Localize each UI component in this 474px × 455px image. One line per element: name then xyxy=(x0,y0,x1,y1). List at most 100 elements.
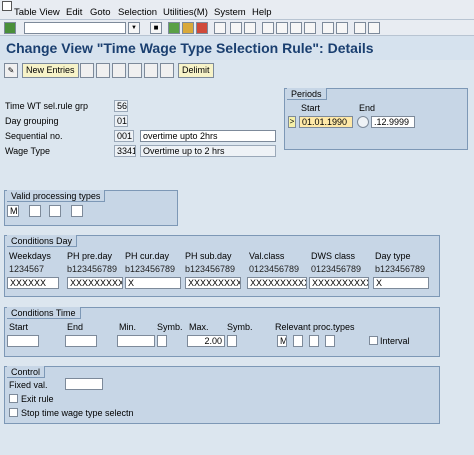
page-title: Change View "Time Wage Type Selection Ru… xyxy=(6,40,374,56)
period-start-arrow-icon[interactable]: > xyxy=(288,116,296,128)
val-class-subheader: 0123456789 xyxy=(249,264,300,274)
control-title: Control xyxy=(7,366,46,378)
valid-proc-title: Valid processing types xyxy=(7,190,106,202)
menu-table-view[interactable]: Table View xyxy=(14,7,60,18)
day-type-subheader: b123456789 xyxy=(375,264,426,274)
period-end-input[interactable]: .12.9999 xyxy=(371,116,415,128)
max-symb-input[interactable] xyxy=(227,335,237,347)
menu-system[interactable]: System xyxy=(214,7,246,18)
seq-no-value: 001 xyxy=(114,130,134,142)
calendar-icon[interactable] xyxy=(357,116,369,128)
min-input[interactable] xyxy=(117,335,155,347)
ph-cur-day-subheader: b123456789 xyxy=(125,264,176,274)
valid-proc-type-4[interactable] xyxy=(71,205,83,217)
valid-proc-type-2[interactable] xyxy=(29,205,41,217)
valid-proc-type-1[interactable]: M xyxy=(7,205,19,217)
ph-sub-day-input[interactable]: XXXXXXXXXX xyxy=(185,277,241,289)
stop-rule-checkbox[interactable] xyxy=(9,408,18,417)
ph-pre-day-header: PH pre.day xyxy=(67,251,113,261)
dws-class-header: DWS class xyxy=(311,251,356,261)
menu-selection[interactable]: Selection xyxy=(118,7,157,18)
command-field[interactable] xyxy=(24,22,126,34)
menu-edit[interactable]: Edit xyxy=(66,7,82,18)
conditions-time-title: Conditions Time xyxy=(7,307,81,319)
first-page-icon[interactable] xyxy=(262,22,274,34)
last-page-icon[interactable] xyxy=(304,22,316,34)
conditions-day-group: Conditions Day Weekdays PH pre.day PH cu… xyxy=(4,235,440,297)
standard-toolbar: ▼ ■ xyxy=(0,20,474,36)
proc-type-3-input[interactable] xyxy=(309,335,319,347)
next-entry-icon[interactable] xyxy=(144,63,158,78)
layout-icon[interactable] xyxy=(368,22,380,34)
proc-type-1-input[interactable]: M xyxy=(277,335,287,347)
menu-help[interactable]: Help xyxy=(252,7,272,18)
valid-proc-group: Valid processing types M xyxy=(4,190,178,226)
day-grouping-value: 01 xyxy=(114,115,128,127)
val-class-input[interactable]: XXXXXXXXXX xyxy=(247,277,307,289)
control-group: Control Fixed val. Exit rule Stop time w… xyxy=(4,366,440,424)
proc-type-4-input[interactable] xyxy=(325,335,335,347)
valid-proc-type-3[interactable] xyxy=(49,205,61,217)
time-start-input[interactable] xyxy=(7,335,39,347)
prev-page-icon[interactable] xyxy=(276,22,288,34)
seq-no-text[interactable]: overtime upto 2hrs xyxy=(140,130,276,142)
back-icon[interactable] xyxy=(168,22,180,34)
time-end-input[interactable] xyxy=(65,335,97,347)
day-type-header: Day type xyxy=(375,251,411,261)
min-symb-header: Symb. xyxy=(157,322,183,332)
val-class-header: Val.class xyxy=(249,251,285,261)
weekdays-subheader: 1234567 xyxy=(9,264,45,274)
delimit-button[interactable]: Delimit xyxy=(178,63,214,78)
command-dropdown-icon[interactable]: ▼ xyxy=(128,22,140,34)
save-icon[interactable]: ■ xyxy=(150,22,162,34)
shortcut-icon[interactable] xyxy=(336,22,348,34)
relevant-proc-types-header: Relevant proc.types xyxy=(275,322,355,332)
exit-icon[interactable] xyxy=(182,22,194,34)
title-bar: Change View "Time Wage Type Selection Ru… xyxy=(0,36,474,60)
weekdays-header: Weekdays xyxy=(9,251,51,261)
time-end-header: End xyxy=(67,322,84,332)
dws-class-subheader: 0123456789 xyxy=(311,264,362,274)
periods-title: Periods xyxy=(287,88,327,100)
period-start-label: Start xyxy=(301,103,321,113)
next-page-icon[interactable] xyxy=(290,22,302,34)
menu-goto[interactable]: Goto xyxy=(90,7,111,18)
find-next-icon[interactable] xyxy=(244,22,256,34)
ph-cur-day-header: PH cur.day xyxy=(125,251,170,261)
dws-class-input[interactable]: XXXXXXXXXX xyxy=(309,277,369,289)
wage-type-value: 3341 xyxy=(114,145,136,157)
day-grouping-label: Day grouping xyxy=(5,116,59,126)
cancel-icon[interactable] xyxy=(196,22,208,34)
new-session-icon[interactable] xyxy=(322,22,334,34)
ph-sub-day-subheader: b123456789 xyxy=(185,264,236,274)
min-symb-input[interactable] xyxy=(157,335,167,347)
ph-cur-day-input[interactable]: X xyxy=(125,277,181,289)
conditions-day-title: Conditions Day xyxy=(7,235,78,247)
delete-icon[interactable] xyxy=(96,63,110,78)
display-change-icon[interactable]: ✎ xyxy=(4,63,18,78)
min-header: Min. xyxy=(119,322,137,332)
select-icon[interactable] xyxy=(160,63,174,78)
time-wt-grp-label: Time WT sel.rule grp xyxy=(5,101,89,111)
copy-icon[interactable] xyxy=(80,63,94,78)
menu-utilities[interactable]: Utilities(M) xyxy=(163,7,208,18)
previous-entry-icon[interactable] xyxy=(128,63,142,78)
find-icon[interactable] xyxy=(230,22,242,34)
print-icon[interactable] xyxy=(214,22,226,34)
fixed-val-input[interactable] xyxy=(65,378,103,390)
period-start-input[interactable]: 01.01.1990 xyxy=(299,116,353,128)
undo-icon[interactable] xyxy=(112,63,126,78)
interval-checkbox[interactable] xyxy=(369,336,378,345)
day-type-input[interactable]: X xyxy=(373,277,429,289)
system-menu-icon[interactable] xyxy=(2,1,12,11)
help-icon[interactable] xyxy=(354,22,366,34)
application-toolbar: ✎ New Entries Delimit xyxy=(0,60,474,80)
proc-type-2-input[interactable] xyxy=(293,335,303,347)
weekdays-input[interactable]: XXXXXX xyxy=(7,277,59,289)
new-entries-button[interactable]: New Entries xyxy=(22,63,79,78)
wage-type-text: Overtime up to 2 hrs xyxy=(140,145,276,157)
exit-rule-checkbox[interactable] xyxy=(9,394,18,403)
max-input[interactable]: 2.00 xyxy=(187,335,225,347)
enter-icon[interactable] xyxy=(4,22,16,34)
ph-pre-day-input[interactable]: XXXXXXXXXX xyxy=(67,277,123,289)
